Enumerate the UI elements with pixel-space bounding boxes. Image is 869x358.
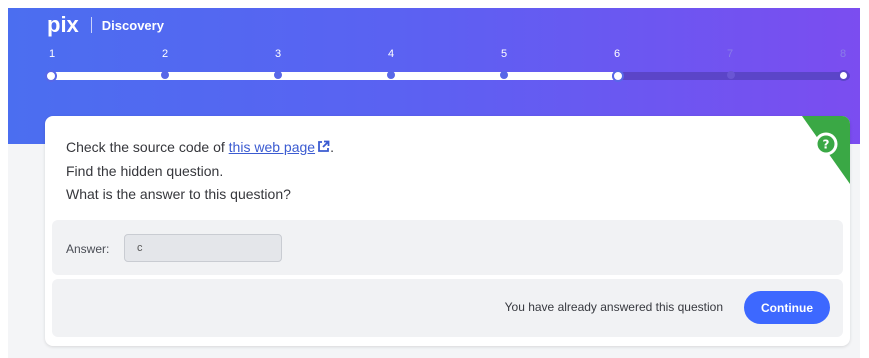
continue-button[interactable]: Continue [744,291,830,324]
external-link-icon[interactable] [317,137,330,160]
step-number: 4 [387,48,395,60]
instruction-line-2: Find the hidden question. [66,163,224,179]
pix-logo[interactable]: pix [47,14,79,36]
step-number: 2 [161,48,169,60]
step-number: 5 [500,48,508,60]
progress-dot [45,70,57,82]
brand: pix Discovery [47,14,164,36]
already-answered-status: You have already answered this question [504,300,723,314]
header-divider [90,17,92,33]
instruction-text: Check the source code of [66,139,229,155]
progress-completed [49,72,621,80]
instruction-text: . [330,139,334,155]
answer-input[interactable]: c [124,234,282,262]
challenge-card: Check the source code of this web page. … [45,116,850,346]
svg-text:?: ? [823,138,830,152]
section-title: Discovery [101,17,164,33]
progress-dot [500,71,508,79]
challenge-instructions: Check the source code of this web page. … [66,136,334,206]
instruction-line-1: Check the source code of this web page. [66,136,334,160]
progress-dot-current [612,70,624,82]
progress-dot [387,71,395,79]
progress-dot [838,70,849,81]
answer-section: Answer: c [52,220,843,275]
step-number: 7 [726,48,734,60]
web-page-link[interactable]: this web page [229,139,315,155]
step-number: 8 [839,48,847,60]
instruction-line-3: What is the answer to this question? [66,186,291,202]
challenge-footer: You have already answered this question … [52,279,843,337]
question-magnifier-icon: ? [782,116,850,184]
step-number-current: 6 [613,48,621,60]
step-number: 1 [48,48,56,60]
progress-dot [274,71,282,79]
progress-dot [161,71,169,79]
progress-dot [727,71,735,79]
step-number: 3 [274,48,282,60]
answer-label: Answer: [66,242,110,256]
